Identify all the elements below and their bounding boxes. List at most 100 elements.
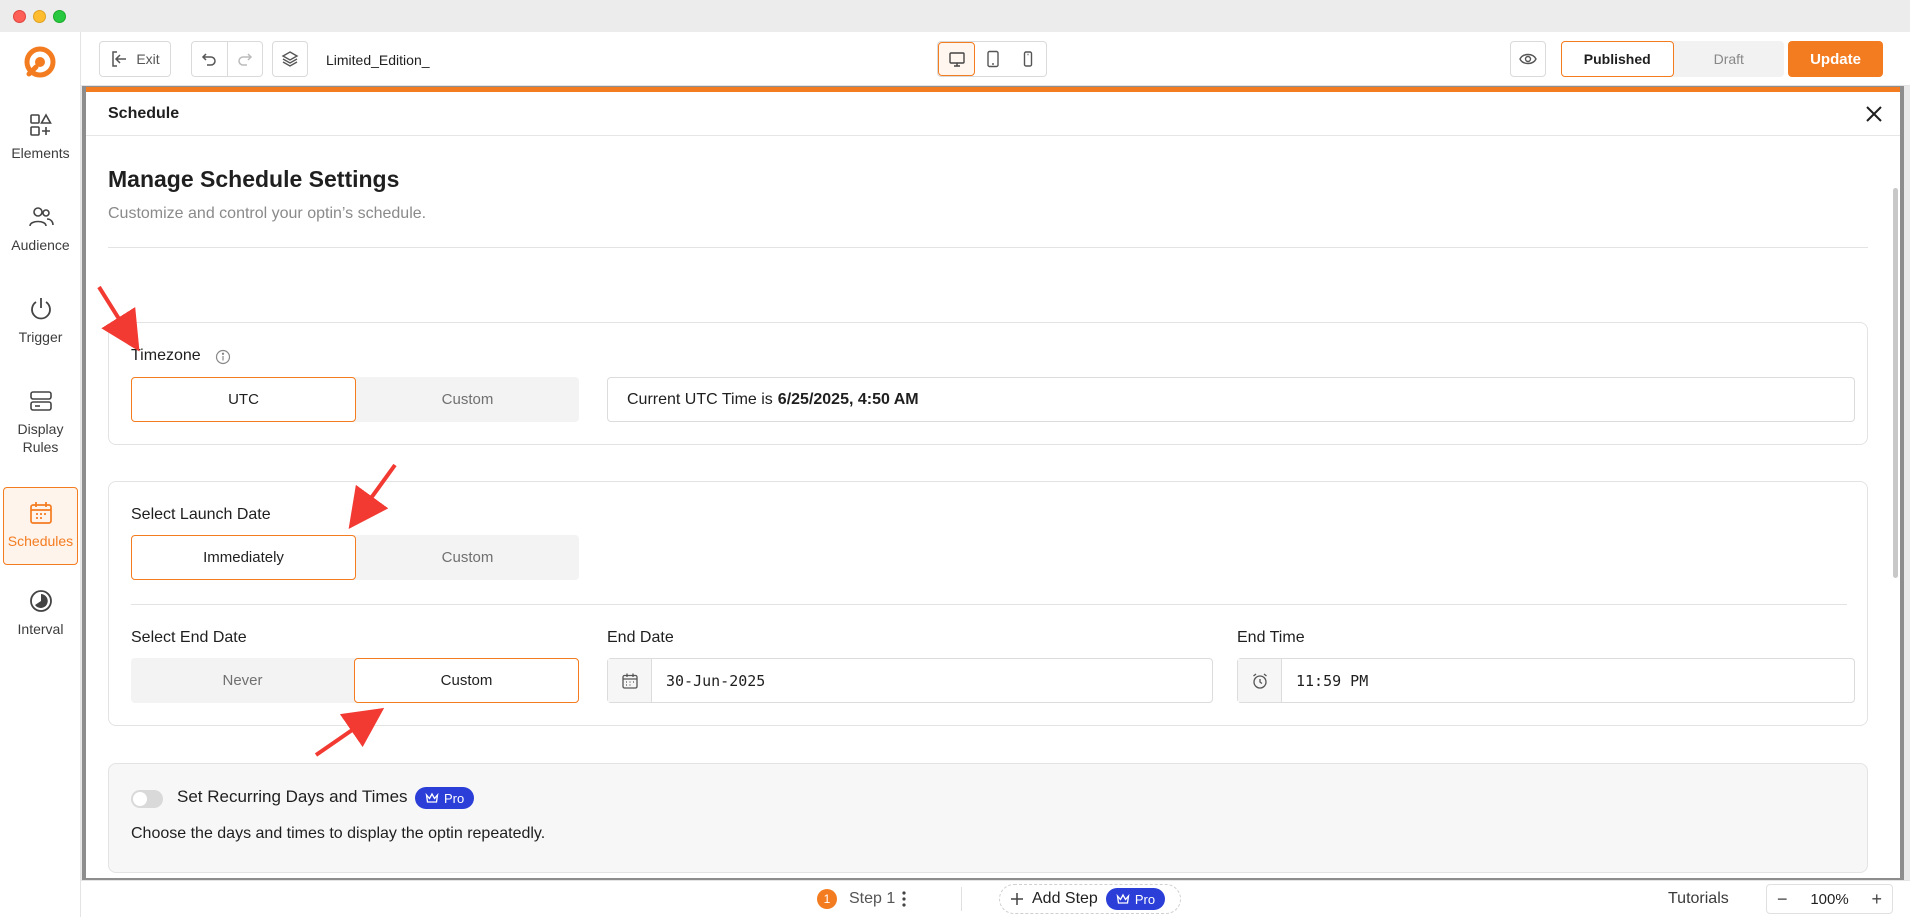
- current-utc-value: 6/25/2025, 4:50 AM: [777, 390, 919, 408]
- end-time-field[interactable]: 11:59 PM: [1237, 658, 1855, 703]
- window-titlebar: [0, 0, 1910, 32]
- top-toolbar: Exit Limited_Edition_ Published Draft Up…: [81, 32, 1910, 86]
- desktop-view-button[interactable]: [938, 42, 976, 76]
- sidebar-item-label: Display Rules: [17, 421, 64, 455]
- add-step-button[interactable]: Add Step Pro: [999, 884, 1181, 914]
- exit-label: Exit: [136, 51, 160, 67]
- preview-button[interactable]: [1510, 41, 1546, 77]
- recurring-card: Set Recurring Days and Times Pro Choose …: [108, 763, 1868, 873]
- update-button[interactable]: Update: [1788, 41, 1883, 77]
- pro-label: Pro: [1134, 891, 1156, 907]
- info-icon[interactable]: [215, 349, 231, 365]
- elements-icon: [29, 113, 52, 136]
- device-preview-switcher: [937, 41, 1047, 77]
- end-date-field[interactable]: 30-Jun-2025: [607, 658, 1213, 703]
- page-subtitle: Customize and control your optin’s sched…: [108, 205, 427, 222]
- desktop-icon: [948, 52, 965, 67]
- published-option[interactable]: Published: [1561, 41, 1674, 77]
- sidebar-item-label: Schedules: [7, 533, 74, 549]
- sidebar-item-display-rules[interactable]: Display Rules: [3, 388, 78, 466]
- minimize-window-button[interactable]: [33, 10, 46, 23]
- sidebar-item-schedules[interactable]: Schedules: [3, 487, 78, 565]
- sidebar-item-label: Trigger: [18, 329, 63, 345]
- launch-custom-option[interactable]: Custom: [356, 535, 579, 580]
- sidebar-item-label: Interval: [17, 621, 64, 637]
- dates-card: Select Launch Date Immediately Custom Se…: [108, 481, 1868, 726]
- tablet-icon: [987, 50, 999, 68]
- close-window-button[interactable]: [13, 10, 26, 23]
- launch-immediately-option[interactable]: Immediately: [131, 535, 356, 580]
- sidebar-item-trigger[interactable]: Trigger: [3, 296, 78, 354]
- scrollbar-thumb[interactable]: [1893, 188, 1898, 578]
- end-date-selector: Never Custom: [131, 658, 579, 703]
- crown-icon: [1116, 893, 1130, 904]
- calendar-icon: [29, 502, 52, 524]
- sidebar-item-label: Elements: [11, 145, 70, 161]
- undo-icon: [202, 53, 217, 66]
- exit-button[interactable]: Exit: [99, 41, 171, 77]
- undo-button[interactable]: [192, 42, 227, 76]
- mobile-view-button[interactable]: [1011, 42, 1046, 76]
- end-date-selector-label: Select End Date: [131, 629, 247, 646]
- more-vertical-icon[interactable]: [900, 890, 908, 908]
- draft-option[interactable]: Draft: [1674, 41, 1785, 77]
- sidebar-item-interval[interactable]: Interval: [3, 588, 78, 646]
- schedule-modal: Schedule Manage Schedule Settings Custom…: [86, 92, 1900, 878]
- sidebar-item-label: Audience: [11, 237, 70, 253]
- plus-icon: [1011, 893, 1023, 905]
- redo-button[interactable]: [226, 42, 262, 76]
- timezone-label: Timezone: [131, 347, 201, 364]
- zoom-out-button[interactable]: −: [1777, 889, 1788, 910]
- sidebar-item-elements[interactable]: Elements: [3, 112, 78, 170]
- zoom-in-button[interactable]: +: [1871, 889, 1882, 910]
- calendar-icon: [621, 673, 638, 689]
- add-step-label: Add Step: [1032, 890, 1098, 907]
- pro-badge: Pro: [415, 787, 475, 809]
- mobile-icon: [1024, 51, 1033, 67]
- display-rules-icon: [29, 391, 52, 411]
- end-date-value: 30-Jun-2025: [666, 671, 766, 690]
- interval-icon: [29, 590, 52, 612]
- timezone-custom-option[interactable]: Custom: [356, 377, 579, 422]
- modal-scrollbar[interactable]: [1892, 136, 1900, 878]
- step-label[interactable]: Step 1: [849, 890, 895, 908]
- end-time-addon: [1238, 659, 1282, 702]
- timezone-selector: UTC Custom: [131, 377, 579, 422]
- pro-label: Pro: [444, 790, 465, 806]
- modal-header: Schedule: [86, 92, 1900, 136]
- layers-button[interactable]: [272, 41, 308, 77]
- launch-date-selector: Immediately Custom: [131, 535, 579, 580]
- current-utc-prefix: Current UTC Time is: [627, 390, 773, 408]
- optin-name[interactable]: Limited_Edition_: [326, 52, 430, 68]
- eye-icon: [1519, 53, 1537, 65]
- timezone-card: Timezone UTC Custom Current UTC Time is …: [108, 322, 1868, 445]
- left-sidebar: Elements Audience Trigger Display Rules: [0, 32, 81, 917]
- power-icon: [30, 298, 51, 320]
- close-icon[interactable]: [1862, 102, 1886, 126]
- zoom-level: 100%: [1810, 890, 1849, 908]
- app-logo-icon[interactable]: [21, 43, 59, 81]
- timezone-utc-option[interactable]: UTC: [131, 377, 356, 422]
- header-divider: [108, 247, 1868, 248]
- recurring-toggle[interactable]: [131, 790, 163, 808]
- end-never-option[interactable]: Never: [131, 658, 354, 703]
- end-time-label: End Time: [1237, 629, 1305, 646]
- zoom-control: − 100% +: [1766, 884, 1893, 914]
- pro-badge: Pro: [1105, 888, 1166, 910]
- end-date-addon: [608, 659, 652, 702]
- tablet-view-button[interactable]: [975, 42, 1010, 76]
- launch-date-label: Select Launch Date: [131, 506, 271, 523]
- page-title: Manage Schedule Settings: [108, 166, 400, 192]
- publish-status-toggle: Published Draft: [1561, 41, 1784, 77]
- end-custom-option[interactable]: Custom: [354, 658, 579, 703]
- layers-icon: [281, 51, 299, 67]
- current-utc-time: Current UTC Time is 6/25/2025, 4:50 AM: [607, 377, 1855, 422]
- sidebar-item-audience[interactable]: Audience: [3, 204, 78, 262]
- modal-header-title: Schedule: [108, 105, 180, 122]
- zoom-window-button[interactable]: [53, 10, 66, 23]
- crown-icon: [425, 792, 439, 803]
- alarm-clock-icon: [1252, 672, 1267, 689]
- exit-icon: [112, 51, 127, 67]
- tutorials-link[interactable]: Tutorials: [1668, 890, 1729, 908]
- recurring-title: Set Recurring Days and Times: [177, 787, 408, 806]
